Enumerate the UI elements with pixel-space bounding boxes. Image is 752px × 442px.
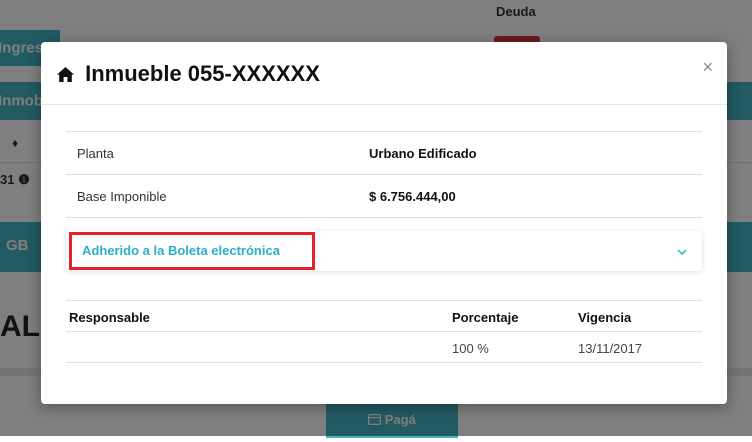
- table-header-row: Responsable Porcentaje Vigencia: [66, 301, 702, 332]
- close-icon[interactable]: ×: [702, 58, 713, 76]
- detail-row: Base Imponible $ 6.756.444,00: [66, 175, 702, 218]
- modal-header: Inmueble 055-XXXXXX ×: [41, 42, 727, 105]
- detail-value: $ 6.756.444,00: [369, 189, 456, 204]
- detail-label: Planta: [77, 146, 114, 161]
- responsables-table: Responsable Porcentaje Vigencia 100 % 13…: [66, 300, 702, 363]
- column-header: Responsable: [69, 310, 150, 325]
- detail-value: Urbano Edificado: [369, 146, 477, 161]
- table-row: 100 % 13/11/2017: [66, 332, 702, 363]
- detail-row: Planta Urbano Edificado: [66, 132, 702, 175]
- property-modal: Inmueble 055-XXXXXX × Planta Urbano Edif…: [41, 42, 727, 404]
- modal-title: Inmueble 055-XXXXXX: [56, 61, 320, 87]
- home-icon: [56, 61, 85, 86]
- vigencia-cell: 13/11/2017: [578, 341, 643, 356]
- highlight-box: [69, 232, 315, 270]
- modal-title-text: Inmueble 055-XXXXXX: [85, 61, 320, 86]
- column-header: Porcentaje: [452, 310, 519, 325]
- detail-label: Base Imponible: [77, 189, 167, 204]
- porcentaje-cell: 100 %: [452, 341, 489, 356]
- chevron-down-icon[interactable]: [676, 243, 688, 261]
- column-header: Vigencia: [578, 310, 632, 325]
- property-details: Planta Urbano Edificado Base Imponible $…: [66, 131, 702, 218]
